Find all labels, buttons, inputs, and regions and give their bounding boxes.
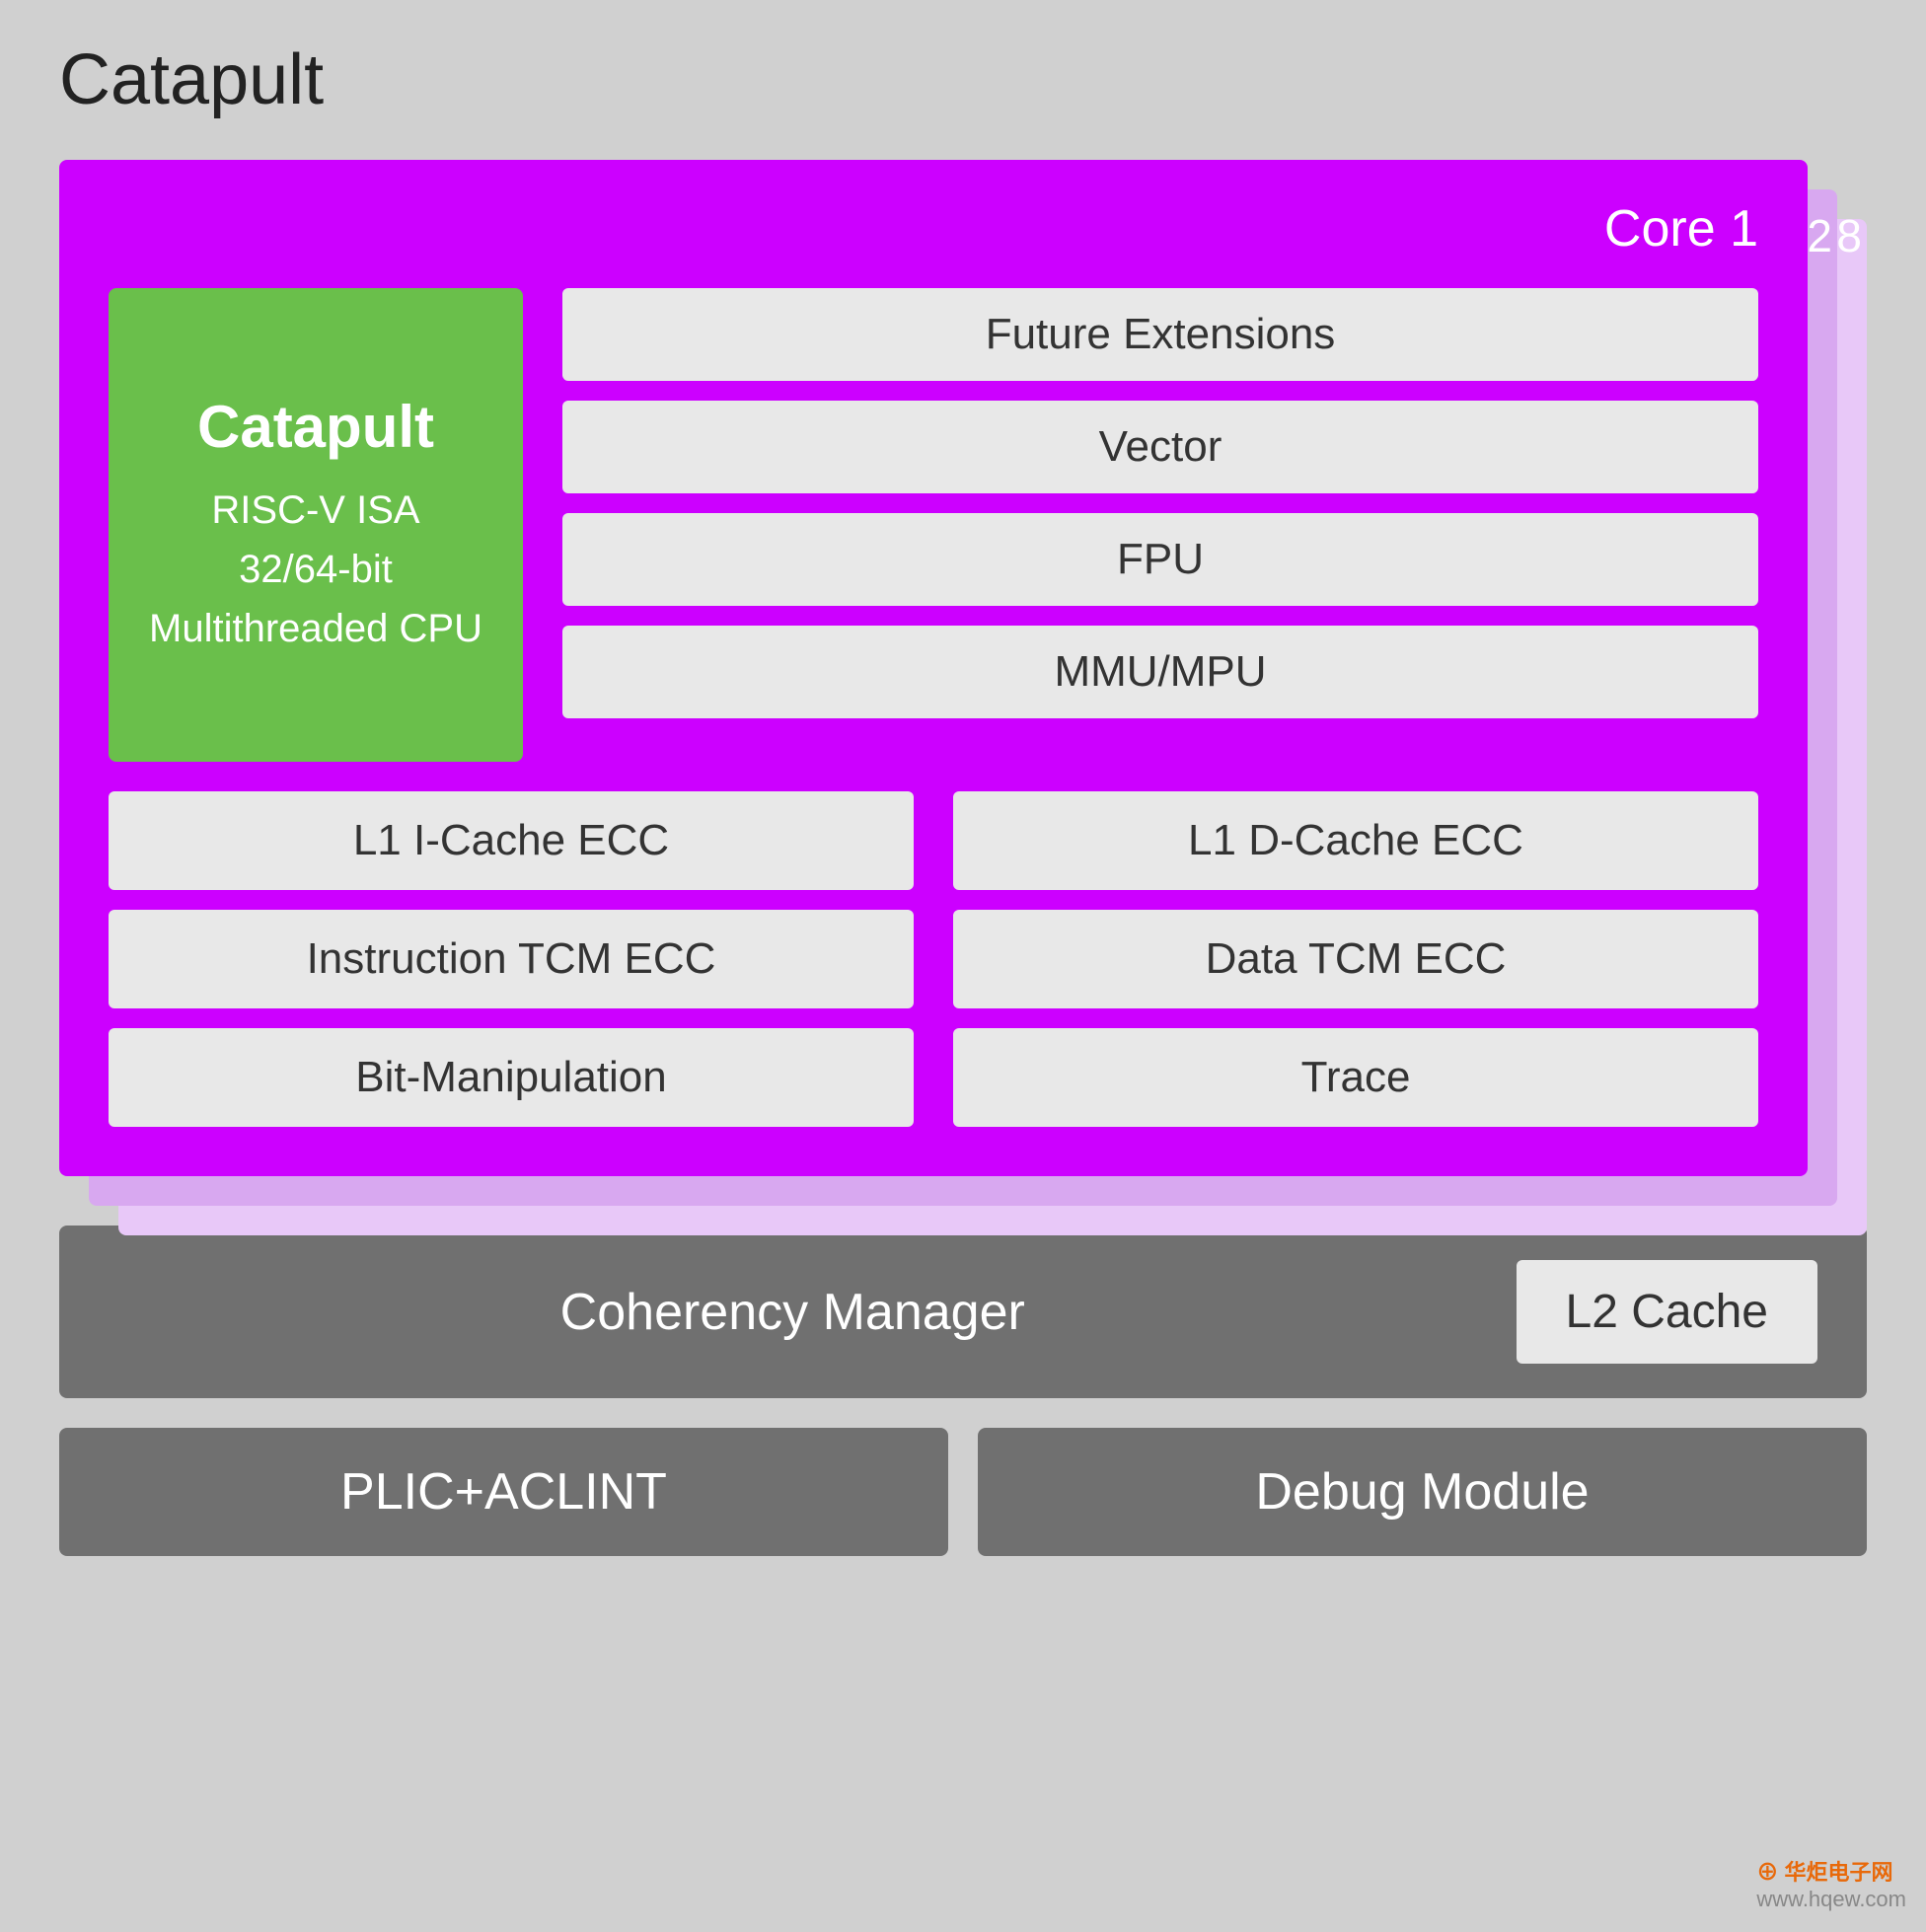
l1-dcache-box: L1 D-Cache ECC (953, 791, 1758, 890)
core-1: Core 1 Catapult RISC-V ISA 32/64-bit Mul… (59, 160, 1808, 1176)
main-container: 2 8 Core 1 Catapult RISC-V ISA 32/64-bit… (59, 160, 1867, 1556)
core-2-label: 2 (1807, 209, 1832, 262)
core-content: Catapult RISC-V ISA 32/64-bit Multithrea… (109, 288, 1758, 762)
watermark: ⊕ 华炬电子网 www.hqew.com (1756, 1855, 1906, 1912)
extensions-col: Future Extensions Vector FPU MMU/MPU (562, 288, 1758, 762)
coherency-row: Coherency Manager L2 Cache (59, 1226, 1867, 1398)
l2-cache-box: L2 Cache (1517, 1260, 1817, 1364)
catapult-line3: Multithreaded CPU (149, 607, 482, 650)
ext-future-extensions: Future Extensions (562, 288, 1758, 381)
plic-box: PLIC+ACLINT (59, 1428, 948, 1556)
catapult-brand: Catapult (197, 393, 434, 461)
core-8-label: 8 (1836, 209, 1862, 262)
plic-debug-row: PLIC+ACLINT Debug Module (59, 1428, 1867, 1556)
lower-section: Coherency Manager L2 Cache PLIC+ACLINT D… (59, 1226, 1867, 1556)
catapult-block: Catapult RISC-V ISA 32/64-bit Multithrea… (109, 288, 523, 762)
ext-vector: Vector (562, 401, 1758, 493)
instruction-tcm-box: Instruction TCM ECC (109, 910, 914, 1008)
core-stack: 2 8 Core 1 Catapult RISC-V ISA 32/64-bit… (59, 160, 1867, 1176)
bottom-rows: L1 I-Cache ECC L1 D-Cache ECC Instructio… (109, 791, 1758, 1127)
data-tcm-box: Data TCM ECC (953, 910, 1758, 1008)
page-title: Catapult (59, 39, 1867, 120)
bit-manipulation-box: Bit-Manipulation (109, 1028, 914, 1127)
watermark-url: www.hqew.com (1756, 1887, 1906, 1911)
catapult-desc: RISC-V ISA 32/64-bit Multithreaded CPU (149, 481, 482, 658)
catapult-line2: 32/64-bit (239, 548, 393, 591)
ext-fpu: FPU (562, 513, 1758, 606)
coherency-label: Coherency Manager (109, 1283, 1477, 1342)
l1-icache-box: L1 I-Cache ECC (109, 791, 914, 890)
debug-box: Debug Module (978, 1428, 1867, 1556)
watermark-logo: ⊕ 华炬电子网 (1756, 1860, 1892, 1885)
ext-mmu-mpu: MMU/MPU (562, 626, 1758, 718)
catapult-line1: RISC-V ISA (211, 488, 419, 532)
core-1-label: Core 1 (109, 199, 1758, 259)
row-tcm: Instruction TCM ECC Data TCM ECC (109, 910, 1758, 1008)
row-bit-trace: Bit-Manipulation Trace (109, 1028, 1758, 1127)
trace-box: Trace (953, 1028, 1758, 1127)
row-l1-cache: L1 I-Cache ECC L1 D-Cache ECC (109, 791, 1758, 890)
